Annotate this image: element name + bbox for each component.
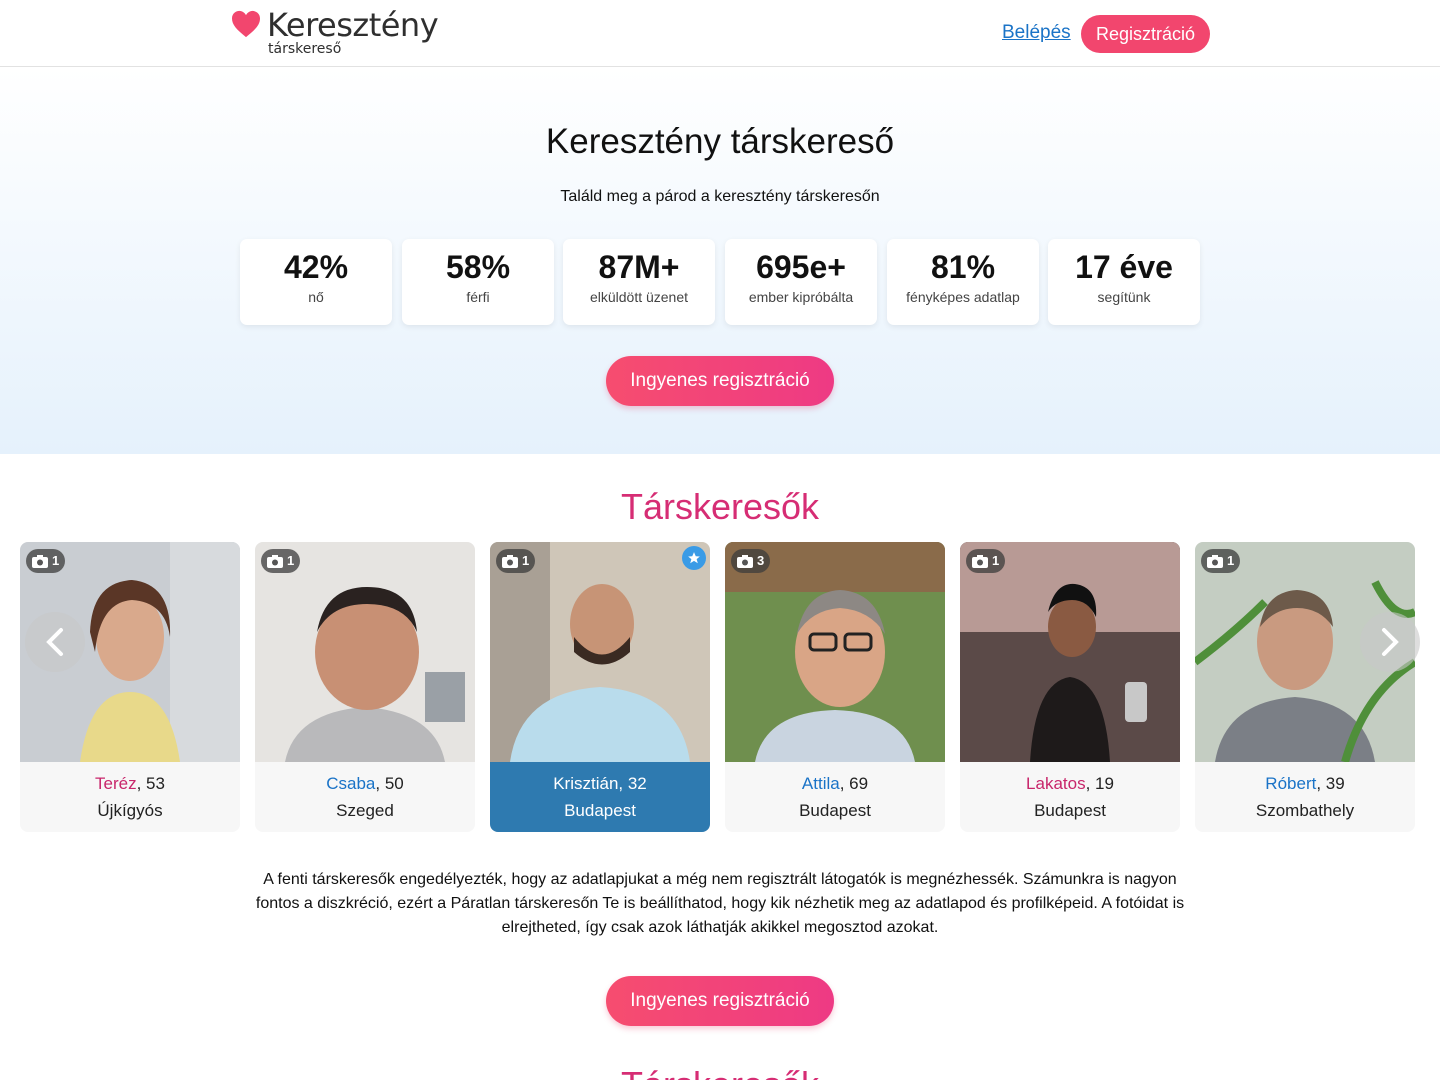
profile-info: Csaba, 50 Szeged xyxy=(255,762,475,832)
brand-tagline: társkereső xyxy=(268,41,342,57)
stat-card: 58% férfi xyxy=(402,239,554,325)
profile-info: Attila, 69 Budapest xyxy=(725,762,945,832)
photo-count: 1 xyxy=(522,553,530,568)
stat-label: fényképes adatlap xyxy=(906,289,1020,305)
page-subtitle: Találd meg a párod a keresztény társkere… xyxy=(560,188,880,205)
carousel-prev-button[interactable] xyxy=(25,612,85,672)
photo-count: 1 xyxy=(52,553,60,568)
profile-age: , 50 xyxy=(375,774,404,793)
stat-label: ember kipróbálta xyxy=(748,289,854,305)
carousel-next-button[interactable] xyxy=(1360,612,1420,672)
camera-icon xyxy=(32,554,48,568)
photo-count-badge: 1 xyxy=(1201,549,1241,573)
page-title: Keresztény társkereső xyxy=(545,122,895,161)
stat-card: 17 éve segítünk xyxy=(1048,239,1200,325)
stat-value: 42% xyxy=(283,249,349,285)
profile-city: Budapest xyxy=(1034,801,1106,820)
photo-count: 1 xyxy=(287,553,295,568)
next-section-title: Társkeresők xyxy=(0,1064,1440,1080)
stat-value: 87M+ xyxy=(598,249,680,285)
free-registration-button[interactable]: Ingyenes regisztráció xyxy=(606,976,834,1026)
profile-photo xyxy=(490,542,710,762)
profile-card[interactable]: 1 Lakatos, 19 Budapest xyxy=(960,542,1180,832)
profile-age: , 69 xyxy=(839,774,869,793)
stats-row: 42% nő 58% férfi 87M+ elküldött üzenet 6… xyxy=(240,239,1200,325)
stat-value: 58% xyxy=(445,249,511,285)
profile-card[interactable]: 1 Teréz, 53 Újkígyós xyxy=(20,542,240,832)
stat-card: 695e+ ember kipróbálta xyxy=(725,239,877,325)
photo-count-badge: 1 xyxy=(26,549,66,573)
camera-icon xyxy=(502,554,518,568)
stat-value: 17 éve xyxy=(1075,249,1173,285)
photo-count-badge: 1 xyxy=(496,549,536,573)
chevron-right-icon xyxy=(1382,628,1399,656)
photo-count: 3 xyxy=(757,553,765,568)
profile-name[interactable]: Krisztián xyxy=(553,774,618,793)
profile-info: Róbert, 39 Szombathely xyxy=(1195,762,1415,832)
brand-name: Keresztény xyxy=(267,6,439,44)
register-button[interactable]: Regisztráció xyxy=(1081,15,1210,53)
profile-card[interactable]: 1 Csaba, 50 Szeged xyxy=(255,542,475,832)
free-registration-button[interactable]: Ingyenes regisztráció xyxy=(606,356,834,406)
photo-count-badge: 1 xyxy=(966,549,1006,573)
hero-section: Keresztény társkereső Találd meg a párod… xyxy=(0,68,1440,454)
photo-count-badge: 3 xyxy=(731,549,771,573)
privacy-description: A fenti társkeresők engedélyezték, hogy … xyxy=(255,871,1185,936)
stat-value: 81% xyxy=(930,249,996,285)
stat-label: segítünk xyxy=(1097,289,1151,305)
profile-age: , 19 xyxy=(1085,774,1114,793)
profile-card[interactable]: 1 Krisztián, 32 Budapest xyxy=(490,542,710,832)
profile-name[interactable]: Attila xyxy=(802,774,840,793)
profile-name[interactable]: Lakatos xyxy=(1026,774,1086,793)
profile-city: Szombathely xyxy=(1255,801,1355,820)
stat-label: férfi xyxy=(466,289,490,305)
photo-count-badge: 1 xyxy=(261,549,301,573)
camera-icon xyxy=(1207,554,1223,568)
profile-info: Lakatos, 19 Budapest xyxy=(960,762,1180,832)
profile-age: , 53 xyxy=(136,774,165,793)
profile-carousel: 1 Teréz, 53 Újkígyós 1 Csaba, 50 Szeged xyxy=(20,542,1420,832)
stat-value: 695e+ xyxy=(756,249,846,285)
profile-info: Teréz, 53 Újkígyós xyxy=(20,762,240,832)
profile-city: Újkígyós xyxy=(97,801,163,820)
section-title: Társkeresők xyxy=(620,486,820,527)
photo-count: 1 xyxy=(992,553,1000,568)
heart-icon xyxy=(232,10,260,38)
camera-icon xyxy=(267,554,283,568)
profile-age: , 39 xyxy=(1316,774,1345,793)
profile-card[interactable]: 3 Attila, 69 Budapest xyxy=(725,542,945,832)
profile-card[interactable]: 1 Róbert, 39 Szombathely xyxy=(1195,542,1415,832)
profile-city: Budapest xyxy=(799,801,871,820)
stat-card: 42% nő xyxy=(240,239,392,325)
featured-star-icon xyxy=(682,546,706,570)
profile-photo xyxy=(255,542,475,762)
profile-age: , 32 xyxy=(618,774,647,793)
camera-icon xyxy=(737,554,753,568)
camera-icon xyxy=(972,554,988,568)
stat-card: 81% fényképes adatlap xyxy=(887,239,1039,325)
profile-photo xyxy=(960,542,1180,762)
profile-city: Budapest xyxy=(564,801,636,820)
profile-photo xyxy=(725,542,945,762)
profile-name[interactable]: Róbert xyxy=(1265,774,1316,793)
stat-label: elküldött üzenet xyxy=(589,289,689,305)
photo-count: 1 xyxy=(1227,553,1235,568)
stat-label: nő xyxy=(308,289,324,305)
profile-city: Szeged xyxy=(336,801,394,820)
chevron-left-icon xyxy=(46,628,63,656)
stat-card: 87M+ elküldött üzenet xyxy=(563,239,715,325)
login-link[interactable]: Belépés xyxy=(1002,22,1071,44)
site-header: Keresztény társkereső Belépés Regisztrác… xyxy=(0,0,1440,67)
profile-info: Krisztián, 32 Budapest xyxy=(490,762,710,832)
profile-name[interactable]: Teréz xyxy=(95,774,137,793)
profile-name[interactable]: Csaba xyxy=(326,774,375,793)
